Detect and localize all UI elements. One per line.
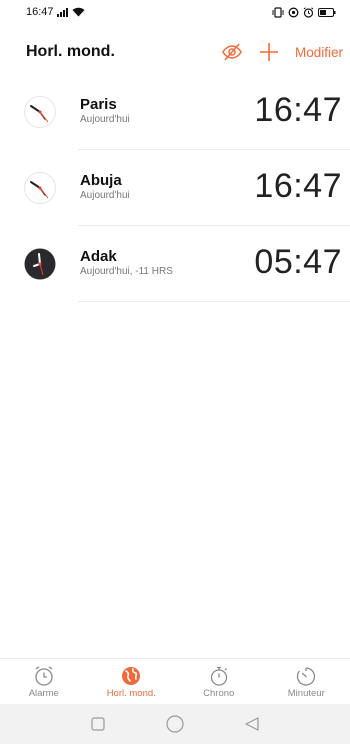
battery-icon <box>318 7 336 17</box>
city-time: 16:47 <box>254 167 342 205</box>
signal-icon <box>56 7 69 17</box>
tab-minuteur[interactable]: Minuteur <box>263 659 350 704</box>
timer-icon <box>297 667 316 686</box>
vibrate-icon <box>272 6 284 18</box>
triangle-back-icon[interactable] <box>237 709 267 739</box>
tab-chrono[interactable]: Chrono <box>175 659 263 704</box>
circle-home-icon[interactable] <box>160 709 190 739</box>
modifier-button[interactable]: Modifier <box>295 45 343 60</box>
alarm-status-icon <box>303 6 314 18</box>
city-name: Abuja <box>80 172 122 189</box>
status-time: 16:47 <box>26 6 54 18</box>
city-day-offset: Aujourd'hui <box>80 114 130 125</box>
city-row-paris[interactable]: Paris Aujourd'hui 16:47 <box>0 74 350 150</box>
city-day-offset: Aujourd'hui <box>80 190 130 201</box>
tab-label: Chrono <box>203 688 235 699</box>
globe-icon <box>122 667 141 685</box>
add-city-plus-icon[interactable] <box>259 42 279 62</box>
analog-clock-icon <box>24 96 56 128</box>
system-navigation-bar <box>0 704 350 744</box>
wifi-icon <box>72 7 85 17</box>
analog-clock-night-icon <box>24 248 56 280</box>
stopwatch-icon <box>210 666 227 686</box>
city-row-adak[interactable]: Adak Aujourd'hui, -11 HRS 05:47 <box>0 226 350 302</box>
world-clock-list: Paris Aujourd'hui 16:47 Abuja Aujourd'hu… <box>0 74 350 302</box>
tab-horl-mond[interactable]: Horl. mond. <box>88 659 176 704</box>
city-name: Paris <box>80 96 117 113</box>
data-saver-icon <box>288 7 299 18</box>
alarm-clock-icon <box>35 666 53 686</box>
hide-seconds-eye-off-icon[interactable] <box>221 43 243 61</box>
city-day-offset: Aujourd'hui, -11 HRS <box>80 266 173 277</box>
tab-label: Horl. mond. <box>106 688 156 699</box>
tab-label: Alarme <box>28 688 59 699</box>
city-row-abuja[interactable]: Abuja Aujourd'hui 16:47 <box>0 150 350 226</box>
app-header: Horl. mond. Modifier <box>0 34 350 70</box>
square-recent-icon[interactable] <box>83 709 113 739</box>
tab-alarme[interactable]: Alarme <box>0 659 88 704</box>
city-time: 16:47 <box>254 91 342 129</box>
page-title: Horl. mond. <box>26 43 115 60</box>
tab-label: Minuteur <box>287 688 325 699</box>
city-time: 05:47 <box>254 243 342 281</box>
city-name: Adak <box>80 248 117 265</box>
analog-clock-icon <box>24 172 56 204</box>
status-bar: 16:47 <box>0 0 350 24</box>
bottom-tab-bar: Alarme Horl. mond. Chrono Minuteur <box>0 658 350 704</box>
